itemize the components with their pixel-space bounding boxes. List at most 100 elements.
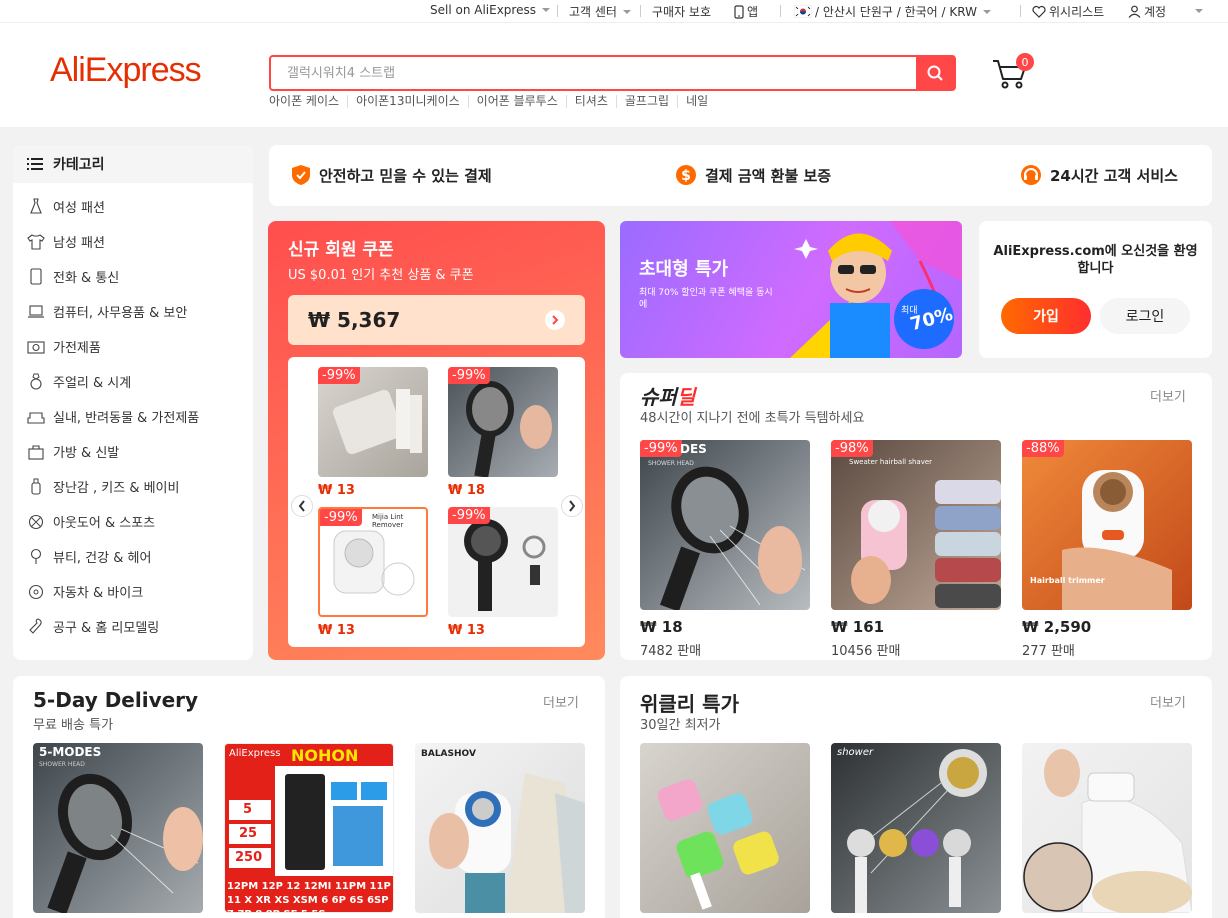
trust-bar: 안전하고 믿을 수 있는 결제 $ 결제 금액 환불 보증 24시간 고객 서비…	[269, 145, 1212, 206]
chevron-down-icon	[982, 9, 991, 14]
new-member-coupon[interactable]: 신규 회원 쿠폰 US $0.01 인기 추천 상품 & 쿠폰 ₩ 5,367 …	[268, 221, 605, 660]
product-image: 5-MODES SHOWER HEAD	[33, 743, 203, 913]
hotword-link[interactable]: 이어폰 블루투스	[467, 95, 566, 108]
login-button[interactable]: 로그인	[1100, 298, 1190, 334]
chevron-right-icon	[545, 310, 565, 330]
section-subtitle: 30일간 최저가	[640, 718, 721, 733]
coupon-product[interactable]: -99% ₩ 18	[448, 367, 558, 498]
category-jewelry[interactable]: 주얼리 & 시계	[13, 364, 253, 399]
phone-icon	[734, 4, 744, 19]
category-beauty-health[interactable]: 뷰티, 건강 & 헤어	[13, 539, 253, 574]
carousel-next-button[interactable]	[561, 495, 583, 517]
welcome-card: AliExpress.com에 오신것을 환영합니다 가입 로그인	[979, 221, 1212, 358]
weekly-deals-section: 위클리 특가 30일간 최저가 더보기 shower	[620, 676, 1212, 918]
search-button[interactable]	[916, 57, 954, 89]
product-price: ₩ 13	[318, 483, 355, 498]
product-image: -98% Sweater hairball shaver	[831, 440, 1001, 610]
hotword-link[interactable]: 골프그립	[615, 95, 677, 108]
hotword-link[interactable]: 아이폰13미니케이스	[347, 95, 468, 108]
svg-text:$: $	[681, 168, 691, 184]
app-link[interactable]: 앱	[734, 3, 758, 20]
tool-icon	[27, 618, 45, 636]
category-outdoor-sports[interactable]: 아웃도어 & 스포츠	[13, 504, 253, 539]
category-menu: 카테고리 여성 패션 남성 패션 전화 & 통신 컴퓨터, 사무용품 & 보안 …	[13, 145, 253, 660]
cart-button[interactable]: 0	[990, 53, 1034, 93]
delivery-product[interactable]: AliExpress NOHON 5 25 250 12PM 12P 12 12…	[224, 743, 394, 913]
view-more-link[interactable]: 더보기	[1150, 386, 1186, 405]
header: AliExpress 아이폰 케이스 아이폰13미니케이스 이어폰 블루투스 티…	[0, 22, 1228, 127]
top-bar: Sell on AliExpress 고객 센터 구매자 보호 앱 / 안산시 …	[0, 0, 1228, 22]
phone-icon	[27, 268, 45, 286]
buyer-protection-link[interactable]: 구매자 보호	[652, 3, 711, 20]
welcome-text: AliExpress.com에 오신것을 환영합니다	[993, 244, 1198, 276]
sell-on-aliexpress-link[interactable]: Sell on AliExpress	[430, 3, 550, 17]
category-home[interactable]: 실내, 반려동물 & 가전제품	[13, 399, 253, 434]
search-input[interactable]	[271, 57, 916, 89]
customer-service-24h: 24시간 고객 서비스	[1020, 164, 1178, 186]
coupon-product[interactable]: -99% ₩ 13	[318, 367, 428, 498]
chevron-right-icon	[569, 500, 576, 512]
weekly-product[interactable]	[640, 743, 810, 913]
chevron-down-icon	[541, 8, 550, 12]
product-price: ₩ 2,590	[1022, 618, 1092, 636]
category-toys-kids[interactable]: 장난감 , 키즈 & 베이비	[13, 469, 253, 504]
mega-sale-banner[interactable]: 초대형 특가 최대 70% 할인과 쿠폰 혜택을 동시에 최대 70%	[620, 221, 962, 358]
category-mens-fashion[interactable]: 남성 패션	[13, 224, 253, 259]
product-image: BALASHOV	[415, 743, 585, 913]
product-price: ₩ 18	[448, 483, 485, 498]
coupon-product-grid: -99% ₩ 13 -99% ₩ 18 -99% Mijia Lint Remo…	[288, 357, 585, 647]
shield-icon	[292, 165, 310, 185]
wishlist-link[interactable]: 위시리스트	[1032, 3, 1104, 20]
coupon-product[interactable]: -99% Mijia Lint Remover ₩ 13	[318, 507, 428, 638]
section-title: 5-Day Delivery	[33, 688, 199, 712]
chevron-down-icon[interactable]	[1195, 9, 1203, 13]
customer-service-link[interactable]: 고객 센터	[569, 3, 631, 20]
product-image: -88% Hairball trimmer	[1022, 440, 1192, 610]
section-title: 슈퍼딜	[640, 385, 696, 409]
category-womens-fashion[interactable]: 여성 패션	[13, 189, 253, 224]
category-header: 카테고리	[13, 145, 253, 183]
hotword-link[interactable]: 아이폰 케이스	[269, 95, 347, 108]
view-more-link[interactable]: 더보기	[543, 692, 579, 711]
delivery-product[interactable]: 5-MODES SHOWER HEAD	[33, 743, 203, 913]
weekly-product[interactable]	[1022, 743, 1192, 913]
locale-selector[interactable]: / 안산시 단원구 / 한국어 / KRW	[794, 3, 991, 20]
product-image: -99%	[448, 507, 558, 617]
section-title: 위클리 특가	[640, 692, 739, 716]
hotword-link[interactable]: 티셔츠	[565, 95, 616, 108]
sold-count: 277 판매	[1022, 644, 1075, 659]
delivery-product[interactable]: BALASHOV	[415, 743, 585, 913]
category-electronics[interactable]: 가전제품	[13, 329, 253, 364]
account-link[interactable]: 계정	[1128, 3, 1166, 20]
aliexpress-logo[interactable]: AliExpress	[50, 51, 202, 90]
coupon-product[interactable]: -99% ₩ 13	[448, 507, 558, 638]
category-automotive[interactable]: 자동차 & 바이크	[13, 574, 253, 609]
view-more-link[interactable]: 더보기	[1150, 692, 1186, 711]
hotword-link[interactable]: 네일	[677, 95, 716, 108]
super-deals-section: 슈퍼딜 48시간이 지나기 전에 초특가 득템하세요 더보기 -99% DES …	[620, 373, 1212, 660]
product-price: ₩ 161	[831, 618, 885, 636]
join-button[interactable]: 가입	[1001, 298, 1091, 334]
deal-product[interactable]: -98% Sweater hairball shaver ₩ 161 10456…	[831, 440, 1001, 659]
deal-product[interactable]: -88% Hairball trimmer ₩ 2,590 277 판매	[1022, 440, 1192, 659]
bag-icon	[27, 443, 45, 461]
product-price: ₩ 13	[448, 623, 485, 638]
deal-product[interactable]: -99% DES SHOWER HEAD ₩ 18 7482 판매	[640, 440, 810, 659]
category-phones[interactable]: 전화 & 통신	[13, 259, 253, 294]
product-price: ₩ 13	[318, 623, 355, 638]
camera-icon	[27, 338, 45, 356]
category-computers[interactable]: 컴퓨터, 사무용품 & 보안	[13, 294, 253, 329]
section-subtitle: 48시간이 지나기 전에 초특가 득템하세요	[640, 411, 865, 426]
carousel-prev-button[interactable]	[291, 495, 313, 517]
product-image: -99%	[448, 367, 558, 477]
coupon-amount[interactable]: ₩ 5,367	[288, 295, 585, 345]
headset-icon	[1021, 165, 1041, 185]
category-tools-home[interactable]: 공구 & 홈 리모델링	[13, 609, 253, 644]
weekly-product[interactable]: shower	[831, 743, 1001, 913]
product-image: shower	[831, 743, 1001, 913]
product-image: -99% Mijia Lint Remover	[318, 507, 428, 617]
product-image	[640, 743, 810, 913]
shirt-icon	[27, 233, 45, 251]
category-bags-shoes[interactable]: 가방 & 신발	[13, 434, 253, 469]
beauty-icon	[27, 548, 45, 566]
